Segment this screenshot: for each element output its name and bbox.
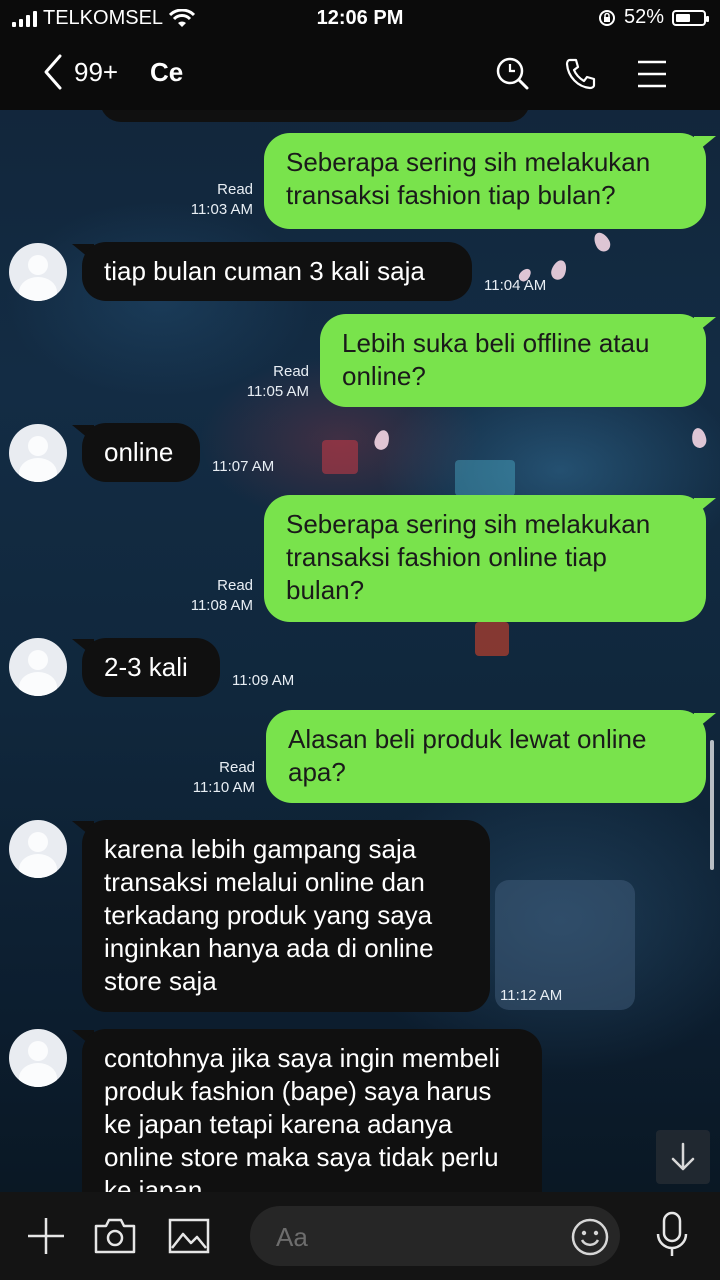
search-icon[interactable] bbox=[494, 54, 530, 94]
message-time: 11:10 AM bbox=[192, 779, 255, 796]
unread-count[interactable]: 99+ bbox=[74, 57, 118, 88]
battery-percent: 52% bbox=[623, 6, 664, 28]
contact-name[interactable]: Ce bbox=[150, 57, 183, 88]
message-time: 11:12 AM bbox=[500, 987, 563, 1004]
camera-icon[interactable] bbox=[92, 1214, 138, 1258]
message-bubble-incoming[interactable]: online bbox=[82, 423, 200, 482]
message-read-status: Read bbox=[273, 363, 309, 380]
avatar[interactable] bbox=[9, 638, 67, 696]
message-time: 11:08 AM bbox=[190, 597, 253, 614]
menu-icon[interactable] bbox=[636, 54, 668, 94]
avatar[interactable] bbox=[9, 424, 67, 482]
avatar[interactable] bbox=[9, 1029, 67, 1087]
message-time: 11:09 AM bbox=[232, 672, 295, 689]
arrow-down-icon bbox=[671, 1142, 695, 1171]
avatar[interactable] bbox=[9, 243, 67, 301]
message-read-status: Read bbox=[219, 759, 255, 776]
scroll-to-bottom-button[interactable] bbox=[656, 1130, 710, 1184]
chat-header: 99+ Ce bbox=[0, 38, 720, 110]
image-icon[interactable] bbox=[166, 1214, 212, 1258]
message-input[interactable] bbox=[274, 1218, 558, 1256]
battery-icon bbox=[672, 9, 709, 26]
composer-bar bbox=[0, 1192, 720, 1280]
back-chevron-icon[interactable] bbox=[40, 52, 64, 92]
phone-icon[interactable] bbox=[562, 54, 598, 94]
message-input-box[interactable] bbox=[250, 1206, 620, 1266]
microphone-icon[interactable] bbox=[654, 1210, 690, 1260]
message-read-status: Read bbox=[217, 577, 253, 594]
message-bubble-incoming[interactable]: tiap bulan cuman 3 kali saja bbox=[82, 242, 472, 301]
status-bar: TELKOMSEL 12:06 PM 52% bbox=[0, 0, 720, 38]
scrollbar[interactable] bbox=[710, 740, 714, 870]
message-bubble-outgoing[interactable]: Lebih suka beli offline atau online? bbox=[320, 314, 706, 407]
message-bubble-outgoing[interactable]: Alasan beli produk lewat online apa? bbox=[266, 710, 706, 803]
message-time: 11:07 AM bbox=[212, 458, 275, 475]
message-bubble-incoming[interactable]: 2-3 kali bbox=[82, 638, 220, 697]
message-time: 11:05 AM bbox=[246, 383, 309, 400]
message-time: 11:04 AM bbox=[484, 277, 547, 294]
rotation-lock-icon bbox=[598, 9, 615, 26]
emoji-icon[interactable] bbox=[570, 1217, 610, 1257]
message-bubble-outgoing[interactable]: Seberapa sering sih melakukan transaksi … bbox=[264, 495, 706, 622]
avatar[interactable] bbox=[9, 820, 67, 878]
message-time: 11:03 AM bbox=[190, 201, 253, 218]
message-bubble-incoming[interactable]: karena lebih gampang saja transaksi mela… bbox=[82, 820, 490, 1012]
plus-icon[interactable] bbox=[24, 1214, 68, 1258]
message-read-status: Read bbox=[217, 181, 253, 198]
message-bubble-outgoing[interactable]: Seberapa sering sih melakukan transaksi … bbox=[264, 133, 706, 229]
wallpaper-neon-sign bbox=[455, 460, 515, 496]
wallpaper-neon-sign bbox=[475, 622, 509, 656]
wallpaper-neon-sign bbox=[322, 440, 358, 474]
